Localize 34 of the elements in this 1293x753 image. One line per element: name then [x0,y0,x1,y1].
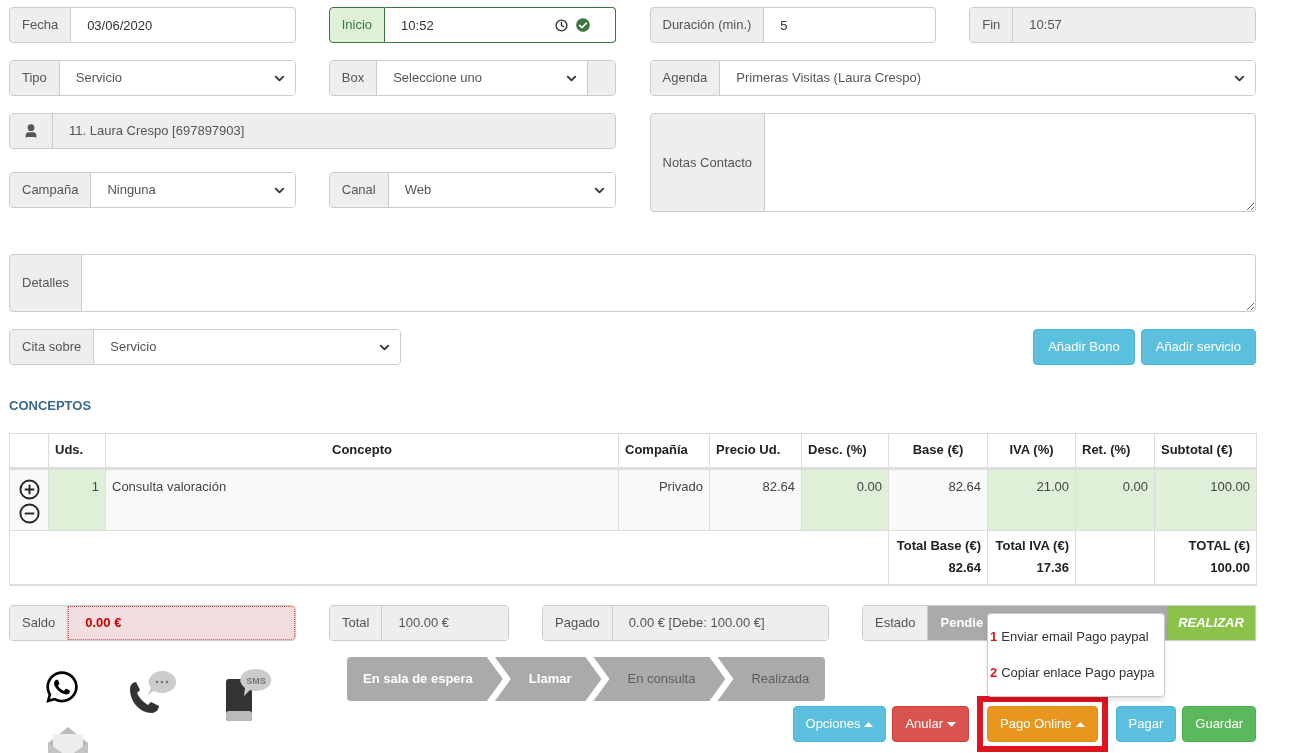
table-cell: 82.64 [948,478,981,494]
total-value: 82.64 [947,559,981,578]
table-cell: Privado [658,478,703,494]
table-cell: Consulta valoración [112,478,227,494]
total-value: 100.00 [1209,559,1250,578]
column-header: Compañía [625,442,688,458]
table-cell: 1 [91,478,99,494]
number-marker: 1 [990,628,998,647]
column-header: IVA (%) [1009,442,1054,458]
field-label: Notas Contacto [649,113,766,212]
field-label: Estado [863,606,929,640]
table-cell: 82.64 [762,478,795,494]
column-header: Precio Ud. [716,442,781,458]
field-label: Duración (min.) [649,7,765,43]
total-label: TOTAL (€) [1187,537,1250,556]
field-label: Saldo [10,606,69,640]
column-header: Ret. (%) [1082,442,1131,458]
field-label: Detalles [9,254,82,312]
field-label: Inicio [328,7,386,43]
table-cell: 0.00 [1122,478,1148,494]
table-cell: 0.00 [856,478,882,494]
column-header: Concepto [332,442,392,458]
total-label: Total IVA (€) [994,537,1069,556]
column-header: Base (€) [912,442,964,458]
column-header: Subtotal (€) [1161,442,1233,458]
column-header: Uds. [55,442,84,458]
total-value: 17.36 [1035,559,1069,578]
number-marker: 2 [990,664,998,683]
section-title: CONCEPTOS [9,397,92,415]
table-cell: 100.00 [1210,478,1250,494]
table-cell: 21.00 [1036,478,1069,494]
field-label: Fecha [9,7,72,43]
column-header: Desc. (%) [808,442,867,458]
total-label: Total Base (€) [895,537,981,556]
